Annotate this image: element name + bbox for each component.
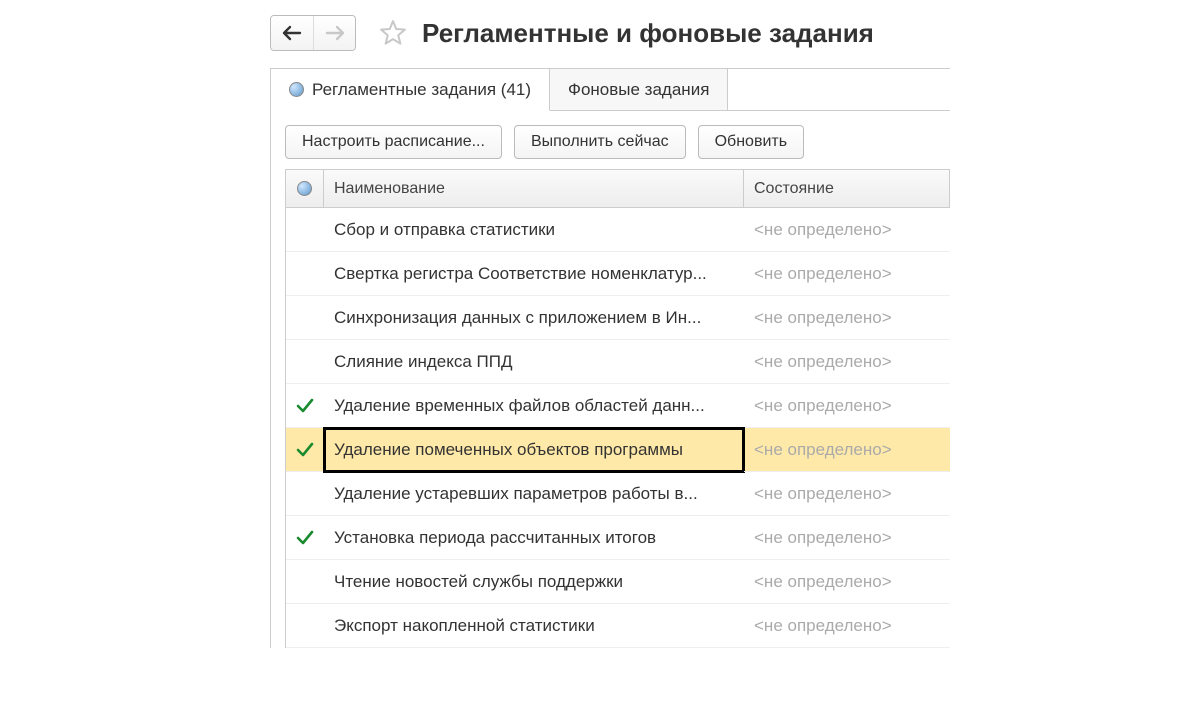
- favorite-button[interactable]: [378, 18, 408, 48]
- row-state-cell: <не определено>: [744, 472, 950, 516]
- table-header: Наименование Состояние: [286, 170, 950, 208]
- nav-forward-button[interactable]: [313, 16, 355, 50]
- row-status-cell: [286, 252, 324, 296]
- table-row[interactable]: Свертка регистра Соответствие номенклату…: [286, 252, 950, 296]
- check-icon: [295, 396, 315, 416]
- row-state-cell: <не определено>: [744, 560, 950, 604]
- column-header-state[interactable]: Состояние: [744, 170, 950, 208]
- row-name-cell: Синхронизация данных с приложением в Ин.…: [324, 296, 744, 340]
- main-panel: Регламентные задания (41) Фоновые задани…: [270, 68, 950, 648]
- check-icon: [295, 440, 315, 460]
- tab-bar: Регламентные задания (41) Фоновые задани…: [271, 69, 950, 111]
- row-state-cell: <не определено>: [744, 296, 950, 340]
- nav-back-button[interactable]: [271, 16, 313, 50]
- row-state-cell: <не определено>: [744, 428, 950, 472]
- globe-icon: [289, 82, 304, 97]
- row-name-cell: Чтение новостей службы поддержки: [324, 560, 744, 604]
- jobs-table: Наименование Состояние Сбор и отправка с…: [285, 169, 950, 648]
- row-name-cell: Установка периода рассчитанных итогов: [324, 516, 744, 560]
- check-icon: [295, 528, 315, 548]
- configure-schedule-button[interactable]: Настроить расписание...: [285, 125, 502, 159]
- row-status-cell: [286, 516, 324, 560]
- tab-scheduled-jobs[interactable]: Регламентные задания (41): [271, 69, 550, 111]
- table-row[interactable]: Слияние индекса ППД<не определено>: [286, 340, 950, 384]
- run-now-button[interactable]: Выполнить сейчас: [514, 125, 686, 159]
- row-state-cell: <не определено>: [744, 340, 950, 384]
- table-row[interactable]: Синхронизация данных с приложением в Ин.…: [286, 296, 950, 340]
- table-row[interactable]: Удаление временных файлов областей данн.…: [286, 384, 950, 428]
- row-name-cell: Слияние индекса ППД: [324, 340, 744, 384]
- table-row[interactable]: Удаление помеченных объектов программы<н…: [286, 428, 950, 472]
- window: Регламентные и фоновые задания Регламент…: [0, 0, 1200, 648]
- tab-label: Регламентные задания (41): [312, 80, 531, 100]
- row-state-cell: <не определено>: [744, 208, 950, 252]
- table-row[interactable]: Экспорт накопленной статистики<не опреде…: [286, 604, 950, 648]
- table-row[interactable]: Чтение новостей службы поддержки<не опре…: [286, 560, 950, 604]
- header-bar: Регламентные и фоновые задания: [270, 8, 1200, 58]
- star-icon: [378, 18, 408, 48]
- table-row[interactable]: Установка периода рассчитанных итогов<не…: [286, 516, 950, 560]
- row-status-cell: [286, 472, 324, 516]
- page-title: Регламентные и фоновые задания: [422, 18, 874, 49]
- nav-group: [270, 15, 356, 51]
- row-state-cell: <не определено>: [744, 516, 950, 560]
- column-header-status[interactable]: [286, 170, 324, 208]
- arrow-right-icon: [324, 25, 346, 41]
- row-status-cell: [286, 296, 324, 340]
- row-status-cell: [286, 384, 324, 428]
- toolbar: Настроить расписание... Выполнить сейчас…: [271, 111, 950, 169]
- table-row[interactable]: Сбор и отправка статистики<не определено…: [286, 208, 950, 252]
- row-status-cell: [286, 604, 324, 648]
- row-name-cell: Удаление устаревших параметров работы в.…: [324, 472, 744, 516]
- row-name-cell: Сбор и отправка статистики: [324, 208, 744, 252]
- column-header-name[interactable]: Наименование: [324, 170, 744, 208]
- tab-background-jobs[interactable]: Фоновые задания: [550, 69, 728, 110]
- row-state-cell: <не определено>: [744, 604, 950, 648]
- row-name-cell: Свертка регистра Соответствие номенклату…: [324, 252, 744, 296]
- row-status-cell: [286, 340, 324, 384]
- row-status-cell: [286, 560, 324, 604]
- table-row[interactable]: Удаление устаревших параметров работы в.…: [286, 472, 950, 516]
- row-state-cell: <не определено>: [744, 384, 950, 428]
- row-state-cell: <не определено>: [744, 252, 950, 296]
- arrow-left-icon: [281, 25, 303, 41]
- globe-icon: [297, 181, 312, 196]
- table-body: Сбор и отправка статистики<не определено…: [286, 208, 950, 648]
- refresh-button[interactable]: Обновить: [698, 125, 804, 159]
- row-name-cell: Удаление временных файлов областей данн.…: [324, 384, 744, 428]
- row-name-cell: Экспорт накопленной статистики: [324, 604, 744, 648]
- row-status-cell: [286, 208, 324, 252]
- row-name-cell: Удаление помеченных объектов программы: [324, 428, 744, 472]
- tab-label: Фоновые задания: [568, 80, 709, 100]
- row-status-cell: [286, 428, 324, 472]
